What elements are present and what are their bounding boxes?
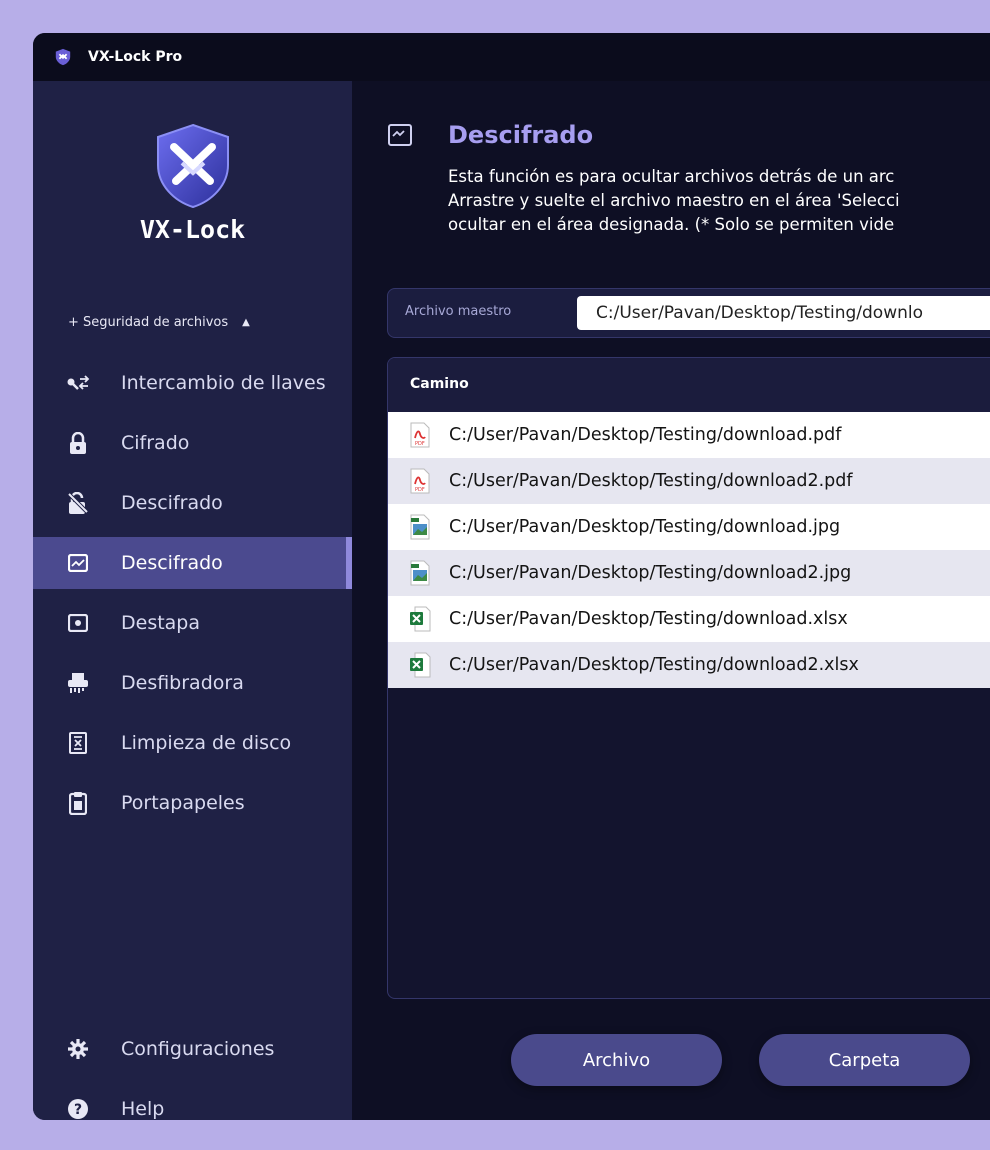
file-path: C:/User/Pavan/Desktop/Testing/download.p… (449, 425, 842, 445)
file-path: C:/User/Pavan/Desktop/Testing/download.x… (449, 609, 848, 629)
disk-clean-icon (66, 731, 90, 755)
table-row[interactable]: C:/User/Pavan/Desktop/Testing/download2.… (388, 642, 990, 688)
description-line: Esta función es para ocultar archivos de… (448, 167, 895, 186)
description-line: Arrastre y suelte el archivo maestro en … (448, 191, 900, 210)
master-file-input[interactable] (577, 296, 990, 330)
main-panel: Descifrado Esta función es para ocultar … (352, 81, 990, 1120)
app-window: VX-Lock Pro VX-Lock + Seguridad de archi… (33, 33, 990, 1120)
title-bar: VX-Lock Pro (33, 33, 990, 81)
vx-shield-icon (156, 123, 229, 209)
table-header: Camino (388, 358, 990, 412)
page-description: Esta función es para ocultar archivos de… (448, 165, 990, 237)
image-file-icon (410, 514, 430, 540)
excel-file-icon (410, 606, 431, 632)
unlock-icon (66, 491, 90, 515)
file-path: C:/User/Pavan/Desktop/Testing/download2.… (449, 655, 859, 675)
sidebar-item-label: Portapapeles (121, 792, 245, 814)
caret-up-icon: ▲ (242, 317, 250, 328)
sidebar-item-disk-clean[interactable]: Limpieza de disco (33, 717, 352, 769)
help-icon: ? (66, 1097, 90, 1120)
table-row[interactable]: C:/User/Pavan/Desktop/Testing/download.x… (388, 596, 990, 642)
app-shield-icon (55, 48, 71, 66)
sidebar-item-label: Configuraciones (121, 1038, 275, 1060)
sidebar-item-label: Descifrado (121, 552, 223, 574)
sidebar-item-shredder[interactable]: Desfibradora (33, 657, 352, 709)
add-file-button[interactable]: Archivo (511, 1034, 722, 1086)
sidebar-item-reveal[interactable]: Destapa (33, 597, 352, 649)
file-path: C:/User/Pavan/Desktop/Testing/download.j… (449, 517, 841, 537)
sidebar-item-help[interactable]: ? Help (33, 1083, 352, 1120)
page-title: Descifrado (448, 121, 594, 149)
sidebar: VX-Lock + Seguridad de archivos ▲ Interc… (33, 81, 352, 1120)
sidebar-item-key-exchange[interactable]: Intercambio de llaves (33, 357, 352, 409)
sidebar-item-clipboard[interactable]: Portapapeles (33, 777, 352, 829)
reveal-icon (66, 611, 90, 635)
pdf-file-icon: PDF (410, 422, 430, 448)
add-folder-button[interactable]: Carpeta (759, 1034, 970, 1086)
image-file-icon (410, 560, 430, 586)
master-file-row: Archivo maestro (387, 288, 990, 338)
sidebar-item-label: Destapa (121, 612, 201, 634)
sidebar-item-label: Limpieza de disco (121, 732, 292, 754)
sidebar-item-encrypt[interactable]: Cifrado (33, 417, 352, 469)
column-header-path: Camino (410, 376, 469, 392)
table-row[interactable]: C:/User/Pavan/Desktop/Testing/download.j… (388, 504, 990, 550)
sidebar-item-label: Desfibradora (121, 672, 244, 694)
section-file-security[interactable]: + Seguridad de archivos ▲ (68, 315, 250, 330)
pdf-file-icon: PDF (410, 468, 430, 494)
master-file-label: Archivo maestro (405, 304, 512, 319)
file-path: C:/User/Pavan/Desktop/Testing/download2.… (449, 471, 853, 491)
table-row[interactable]: C:/User/Pavan/Desktop/Testing/download2.… (388, 550, 990, 596)
description-line: ocultar en el área designada. (* Solo se… (448, 215, 895, 234)
logo-text: VX-Lock (139, 215, 246, 244)
app-title: VX-Lock Pro (88, 49, 183, 65)
key-exchange-icon (66, 371, 90, 395)
svg-text:PDF: PDF (415, 441, 425, 447)
sidebar-item-label: Intercambio de llaves (121, 372, 326, 394)
file-list: PDF C:/User/Pavan/Desktop/Testing/downlo… (388, 412, 990, 688)
table-row[interactable]: PDF C:/User/Pavan/Desktop/Testing/downlo… (388, 458, 990, 504)
svg-text:PDF: PDF (415, 487, 425, 493)
sidebar-item-label: Cifrado (121, 432, 190, 454)
sidebar-item-label: Help (121, 1098, 165, 1120)
image-hide-icon (66, 551, 90, 575)
sidebar-item-label: Descifrado (121, 492, 223, 514)
lock-icon (66, 431, 90, 455)
file-path: C:/User/Pavan/Desktop/Testing/download2.… (449, 563, 852, 583)
table-row[interactable]: PDF C:/User/Pavan/Desktop/Testing/downlo… (388, 412, 990, 458)
logo: VX-Lock (33, 123, 352, 244)
clipboard-icon (66, 791, 90, 815)
sidebar-item-hide-active[interactable]: Descifrado (33, 537, 352, 589)
section-label: + Seguridad de archivos (68, 315, 229, 330)
image-hide-icon (388, 124, 412, 146)
excel-file-icon (410, 652, 431, 678)
sidebar-item-settings[interactable]: Configuraciones (33, 1023, 352, 1075)
file-table: Camino PDF C:/User/Pavan/Desktop/Testing… (387, 357, 990, 999)
svg-text:?: ? (74, 1102, 82, 1118)
gear-icon (66, 1037, 90, 1061)
shredder-icon (66, 671, 90, 695)
sidebar-item-decrypt[interactable]: Descifrado (33, 477, 352, 529)
